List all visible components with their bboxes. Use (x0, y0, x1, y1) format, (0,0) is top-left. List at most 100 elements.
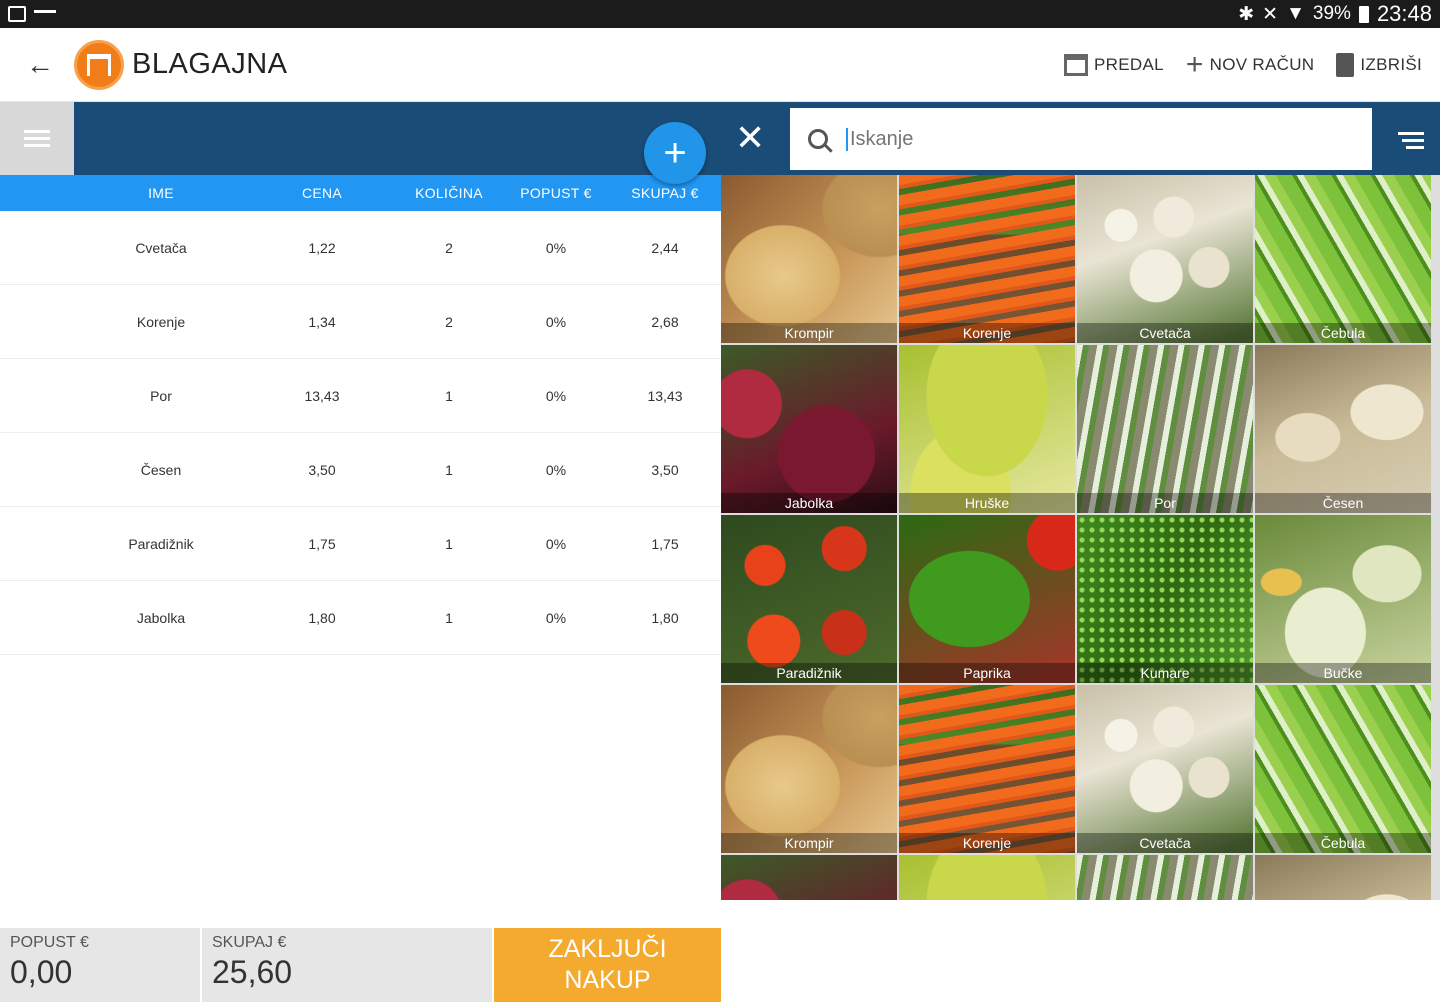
cell-quantity: 1 (445, 461, 453, 478)
product-label: Česen (1255, 493, 1431, 513)
product-tile[interactable]: Korenje (899, 175, 1075, 343)
product-label: Korenje (899, 833, 1075, 853)
delete-button[interactable]: IZBRIŠI (1336, 52, 1422, 77)
product-label: Čebula (1255, 323, 1431, 343)
drawer-button[interactable]: PREDAL (1064, 53, 1164, 76)
column-discount[interactable]: POPUST € (496, 185, 616, 201)
order-table: Cvetača 1,22 2 0% 2,44 Korenje 1,34 2 0% 2,68 Por 1… (0, 211, 721, 655)
order-panel: + IME CENA KOLIČINA POPUST € SKUPAJ € Cv… (0, 102, 721, 1002)
cell-quantity: 2 (445, 313, 453, 330)
product-label: Krompir (721, 323, 897, 343)
table-header: IME CENA KOLIČINA POPUST € SKUPAJ € (0, 175, 721, 211)
cell-quantity: 1 (445, 535, 453, 552)
cell-name: Paradižnik (128, 535, 194, 552)
product-label: Krompir (721, 833, 897, 853)
table-row[interactable]: Jabolka 1,80 1 0% 1,80 (0, 581, 721, 655)
cell-quantity: 1 (445, 387, 453, 404)
delete-label: IZBRIŠI (1360, 54, 1422, 74)
table-row[interactable]: Korenje 1,34 2 0% 2,68 (0, 285, 721, 359)
mute-icon: ✕ (1262, 3, 1279, 25)
search-bar: ✕ (721, 102, 1440, 175)
cell-discount: 0% (545, 313, 567, 330)
search-box[interactable] (790, 108, 1372, 170)
product-label: Jabolka (721, 493, 897, 513)
product-tile[interactable] (721, 855, 897, 900)
close-icon[interactable]: ✕ (735, 120, 765, 156)
new-receipt-label: NOV RAČUN (1209, 54, 1315, 74)
product-tile[interactable]: Česen (1255, 345, 1431, 513)
plus-icon: + (1185, 47, 1204, 81)
cell-quantity: 2 (445, 239, 453, 256)
bluetooth-icon: ✱ (1238, 3, 1255, 25)
cell-price: 3,50 (308, 461, 336, 478)
product-tile[interactable]: Čebula (1255, 685, 1431, 853)
back-arrow-icon[interactable]: ← (0, 28, 80, 102)
checkout-button[interactable]: ZAKLJUČI NAKUP (494, 928, 721, 1002)
table-row[interactable]: Por 13,43 1 0% 13,43 (0, 359, 721, 433)
status-bar: ✱ ✕ ▼ 39% 23:48 (0, 0, 1440, 28)
product-tile[interactable]: Krompir (721, 685, 897, 853)
column-price[interactable]: CENA (262, 185, 382, 201)
product-label: Bučke (1255, 663, 1431, 683)
total-summary-value: 25,60 (212, 954, 293, 990)
wifi-icon: ▼ (1286, 3, 1305, 24)
filter-icon[interactable] (1398, 128, 1424, 153)
product-tile[interactable]: Cvetača (1077, 175, 1253, 343)
column-total[interactable]: SKUPAJ € (605, 185, 725, 201)
product-tile[interactable]: Por (1077, 345, 1253, 513)
cell-name: Česen (140, 461, 182, 478)
plus-icon: + (663, 131, 687, 175)
trash-icon (1336, 52, 1355, 77)
product-tile[interactable]: Korenje (899, 685, 1075, 853)
product-tile[interactable]: Bučke (1255, 515, 1431, 683)
product-label: Čebula (1255, 833, 1431, 853)
gallery-notification-icon (8, 6, 26, 22)
product-tile[interactable] (1255, 855, 1431, 900)
cash-drawer-icon (1064, 53, 1089, 76)
cell-name: Jabolka (136, 609, 186, 626)
cell-quantity: 1 (445, 609, 453, 626)
new-receipt-button[interactable]: + NOV RAČUN (1185, 47, 1315, 81)
product-tile[interactable]: Paprika (899, 515, 1075, 683)
search-icon (808, 129, 828, 149)
discount-summary-label: POPUST € (10, 934, 89, 951)
cell-total: 3,50 (651, 461, 679, 478)
discount-summary: POPUST € 0,00 (0, 928, 202, 1002)
product-tile[interactable]: Čebula (1255, 175, 1431, 343)
drawer-label: PREDAL (1094, 54, 1164, 74)
product-tile[interactable]: Kumare (1077, 515, 1253, 683)
discount-summary-value: 0,00 (10, 954, 73, 990)
menu-button[interactable] (0, 102, 74, 175)
app-logo (74, 39, 124, 90)
product-label: Cvetača (1077, 833, 1253, 853)
cell-price: 1,75 (308, 535, 336, 552)
product-label: Paradižnik (721, 663, 897, 683)
product-tile[interactable] (1077, 855, 1253, 900)
app-bar: ← BLAGAJNA PREDAL + NOV RAČUN IZBRIŠI (0, 28, 1440, 102)
product-tile[interactable] (899, 855, 1075, 900)
column-quantity[interactable]: KOLIČINA (389, 185, 509, 201)
cell-price: 1,80 (308, 609, 336, 626)
battery-percent: 39% (1312, 3, 1351, 24)
cell-name: Cvetača (135, 239, 187, 256)
product-tile[interactable]: Jabolka (721, 345, 897, 513)
table-row[interactable]: Česen 3,50 1 0% 3,50 (0, 433, 721, 507)
product-tile[interactable]: Hruške (899, 345, 1075, 513)
cell-discount: 0% (545, 535, 567, 552)
add-item-button[interactable]: + (644, 122, 706, 184)
product-tile[interactable]: Paradižnik (721, 515, 897, 683)
search-input[interactable] (846, 127, 1246, 151)
cell-discount: 0% (545, 609, 567, 626)
cell-discount: 0% (545, 461, 567, 478)
cell-price: 1,22 (308, 239, 336, 256)
table-row[interactable]: Paradižnik 1,75 1 0% 1,75 (0, 507, 721, 581)
product-tile[interactable]: Cvetača (1077, 685, 1253, 853)
cell-name: Korenje (136, 313, 186, 330)
checkout-label-2: NAKUP (564, 966, 651, 994)
product-label: Paprika (899, 663, 1075, 683)
battery-icon (1358, 5, 1369, 23)
table-row[interactable]: Cvetača 1,22 2 0% 2,44 (0, 211, 721, 285)
product-tile[interactable]: Krompir (721, 175, 897, 343)
product-label: Kumare (1077, 663, 1253, 683)
column-name[interactable]: IME (101, 185, 221, 201)
